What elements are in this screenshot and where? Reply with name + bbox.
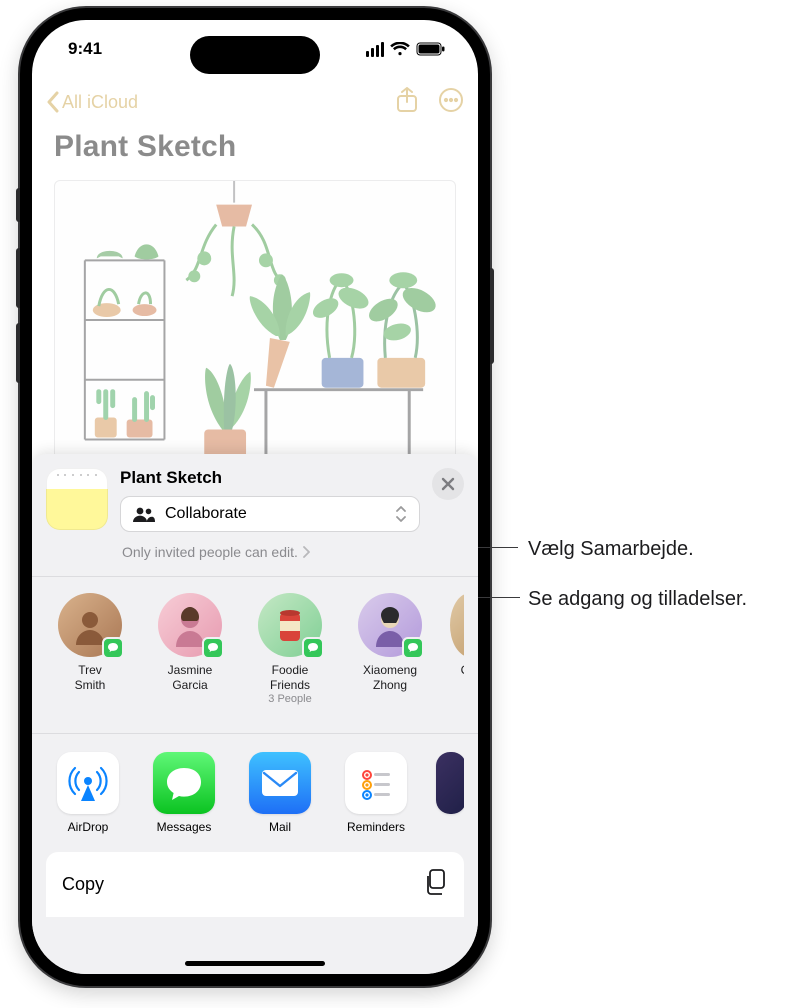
note-title: Plant Sketch: [54, 130, 236, 164]
nav-bar: All iCloud: [32, 78, 478, 126]
contact-item[interactable]: C: [450, 593, 464, 705]
iphone-frame: 9:41 All iCloud: [20, 8, 490, 986]
more-icon[interactable]: [438, 87, 464, 118]
avatar: [58, 593, 122, 657]
cellular-icon: [366, 42, 384, 57]
battery-icon: [416, 42, 446, 56]
screen: 9:41 All iCloud: [32, 20, 478, 974]
status-time: 9:41: [68, 39, 102, 59]
app-messages[interactable]: Messages: [148, 752, 220, 834]
contact-item[interactable]: XiaomengZhong: [350, 593, 430, 705]
messages-badge-icon: [202, 637, 224, 659]
app-icon: [436, 752, 464, 814]
back-button[interactable]: All iCloud: [46, 91, 138, 113]
share-sheet: Plant Sketch Collaborate: [32, 454, 478, 974]
messages-icon: [153, 752, 215, 814]
app-mail[interactable]: Mail: [244, 752, 316, 834]
app-item[interactable]: [436, 752, 460, 834]
callout-text: Se adgang og tilladelser.: [528, 586, 788, 613]
permissions-link[interactable]: Only invited people can edit.: [122, 544, 464, 560]
avatar: [158, 593, 222, 657]
share-icon[interactable]: [396, 87, 418, 118]
avatar: [358, 593, 422, 657]
home-indicator[interactable]: [185, 961, 325, 966]
reminders-icon: [345, 752, 407, 814]
contacts-row: TrevSmith JasmineGarcia: [46, 577, 464, 719]
messages-badge-icon: [402, 637, 424, 659]
contact-item[interactable]: Foodie Friends 3 People: [250, 593, 330, 705]
messages-badge-icon: [102, 637, 124, 659]
sheet-title: Plant Sketch: [120, 468, 420, 488]
back-label: All iCloud: [62, 92, 138, 113]
dynamic-island: [190, 36, 320, 74]
callout-text: Vælg Samarbejde.: [528, 536, 788, 563]
close-button[interactable]: [432, 468, 464, 500]
messages-badge-icon: [302, 637, 324, 659]
callouts: Vælg Samarbejde. Se adgang og tilladelse…: [500, 0, 790, 1008]
collaborate-label: Collaborate: [165, 505, 247, 523]
people-icon: [133, 506, 155, 522]
app-reminders[interactable]: Reminders: [340, 752, 412, 834]
avatar: [450, 593, 464, 657]
avatar: [258, 593, 322, 657]
airdrop-icon: [57, 752, 119, 814]
sketch-image: [54, 180, 456, 476]
phone-side-button: [16, 248, 20, 308]
chevron-right-icon: [302, 546, 310, 558]
phone-side-button: [490, 268, 494, 364]
mail-icon: [249, 752, 311, 814]
apps-row: AirDrop Messages Mail: [46, 734, 464, 852]
wifi-icon: [390, 42, 410, 56]
app-airdrop[interactable]: AirDrop: [52, 752, 124, 834]
notes-app-icon: [46, 468, 108, 530]
copy-icon: [424, 868, 448, 901]
copy-action[interactable]: Copy: [46, 852, 464, 917]
chevron-updown-icon: [395, 505, 407, 523]
contact-item[interactable]: TrevSmith: [50, 593, 130, 705]
collaborate-dropdown[interactable]: Collaborate: [120, 496, 420, 532]
phone-side-button: [16, 323, 20, 383]
phone-side-button: [16, 188, 20, 222]
contact-item[interactable]: JasmineGarcia: [150, 593, 230, 705]
